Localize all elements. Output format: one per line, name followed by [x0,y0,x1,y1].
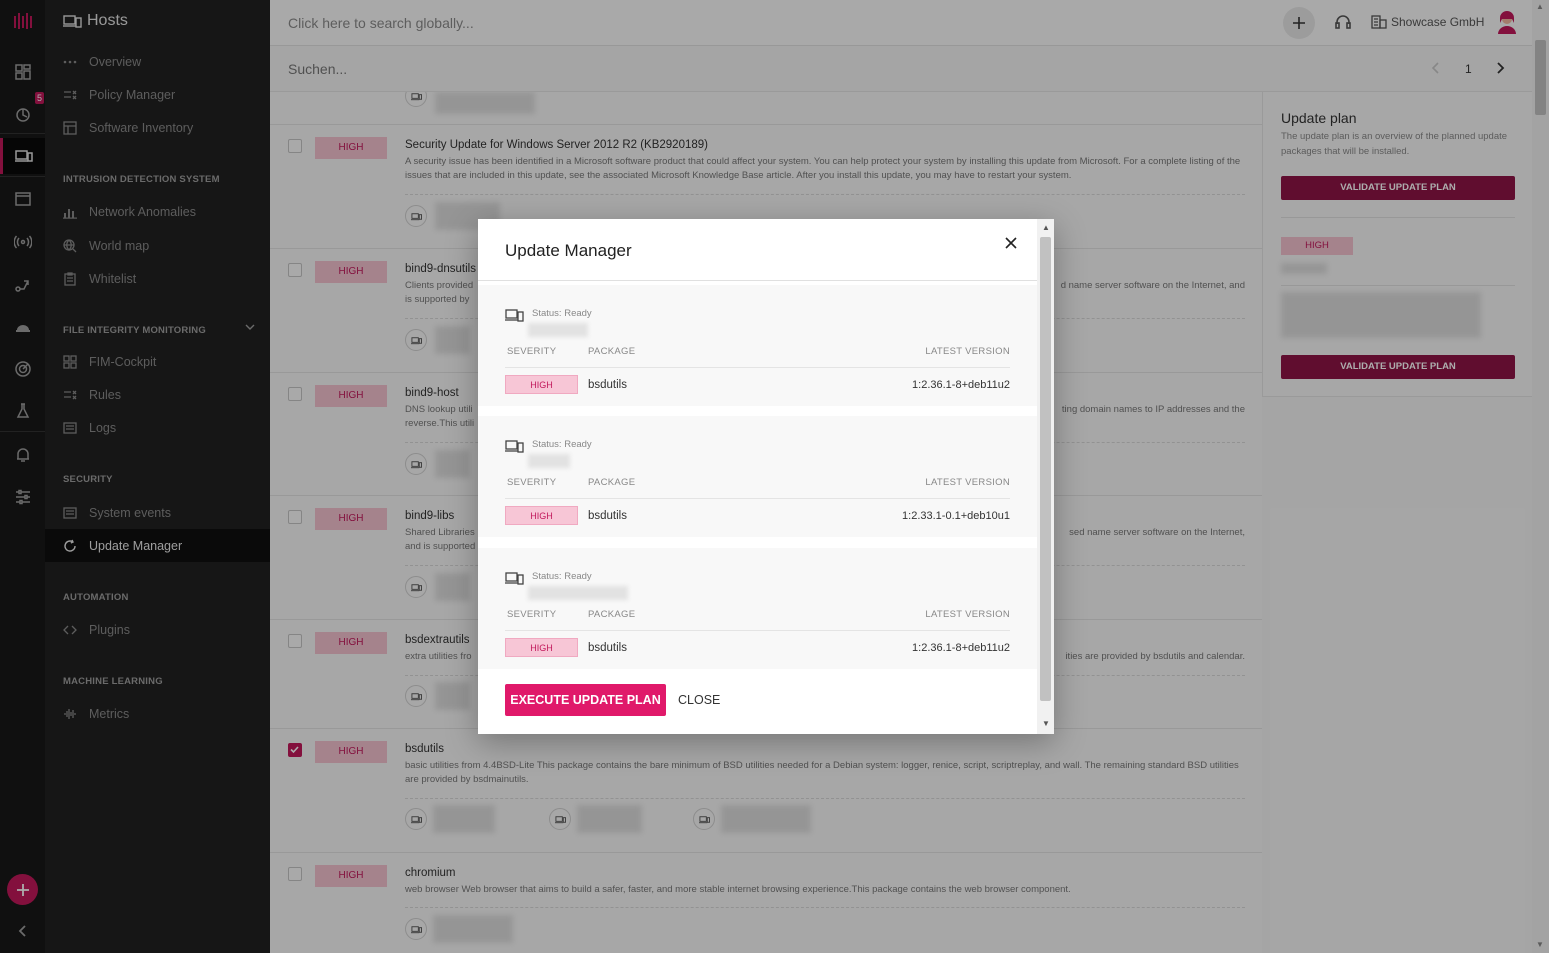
host-icon [505,572,524,585]
host-icon [505,440,524,453]
column-header-package: PACKAGE [588,346,636,357]
column-header-latest-version: LATEST VERSION [925,477,1010,488]
blurred-host-name [528,586,628,600]
blurred-host-name [528,454,570,468]
divider [505,367,1010,368]
severity-badge: HIGH [505,638,578,657]
update-manager-dialog: Update Manager Status: Ready SEVERITY PA… [478,219,1054,734]
divider [478,280,1037,281]
dialog-scrollbar[interactable]: ▲ ▼ [1037,219,1054,734]
column-header-package: PACKAGE [588,609,636,620]
host-status: Status: Ready [532,571,592,582]
column-header-severity: SEVERITY [507,477,557,488]
severity-badge: HIGH [505,506,578,525]
column-header-package: PACKAGE [588,477,636,488]
divider [505,498,1010,499]
scroll-up-arrow[interactable]: ▲ [1042,223,1050,232]
column-header-severity: SEVERITY [507,346,557,357]
severity-badge: HIGH [505,375,578,394]
scrollbar-thumb[interactable] [1040,237,1051,701]
package-name: bsdutils [588,510,627,522]
divider [505,630,1010,631]
scroll-down-arrow[interactable]: ▼ [1042,719,1050,728]
package-name: bsdutils [588,379,627,391]
host-update-card: Status: Ready SEVERITY PACKAGE LATEST VE… [478,416,1037,537]
latest-version: 1:2.36.1-8+deb11u2 [912,379,1010,391]
dialog-title: Update Manager [505,241,632,260]
close-icon[interactable] [1004,236,1018,250]
latest-version: 1:2.33.1-0.1+deb10u1 [902,510,1010,522]
host-update-card: Status: Ready SEVERITY PACKAGE LATEST VE… [478,548,1037,669]
host-status: Status: Ready [532,308,592,319]
latest-version: 1:2.36.1-8+deb11u2 [912,642,1010,654]
blurred-host-name [528,323,588,337]
host-status: Status: Ready [532,439,592,450]
column-header-latest-version: LATEST VERSION [925,609,1010,620]
execute-update-plan-button[interactable]: EXECUTE UPDATE PLAN [505,684,666,716]
close-button[interactable]: CLOSE [678,693,720,707]
package-name: bsdutils [588,642,627,654]
column-header-latest-version: LATEST VERSION [925,346,1010,357]
host-icon [505,309,524,322]
host-update-card: Status: Ready SEVERITY PACKAGE LATEST VE… [478,285,1037,406]
column-header-severity: SEVERITY [507,609,557,620]
